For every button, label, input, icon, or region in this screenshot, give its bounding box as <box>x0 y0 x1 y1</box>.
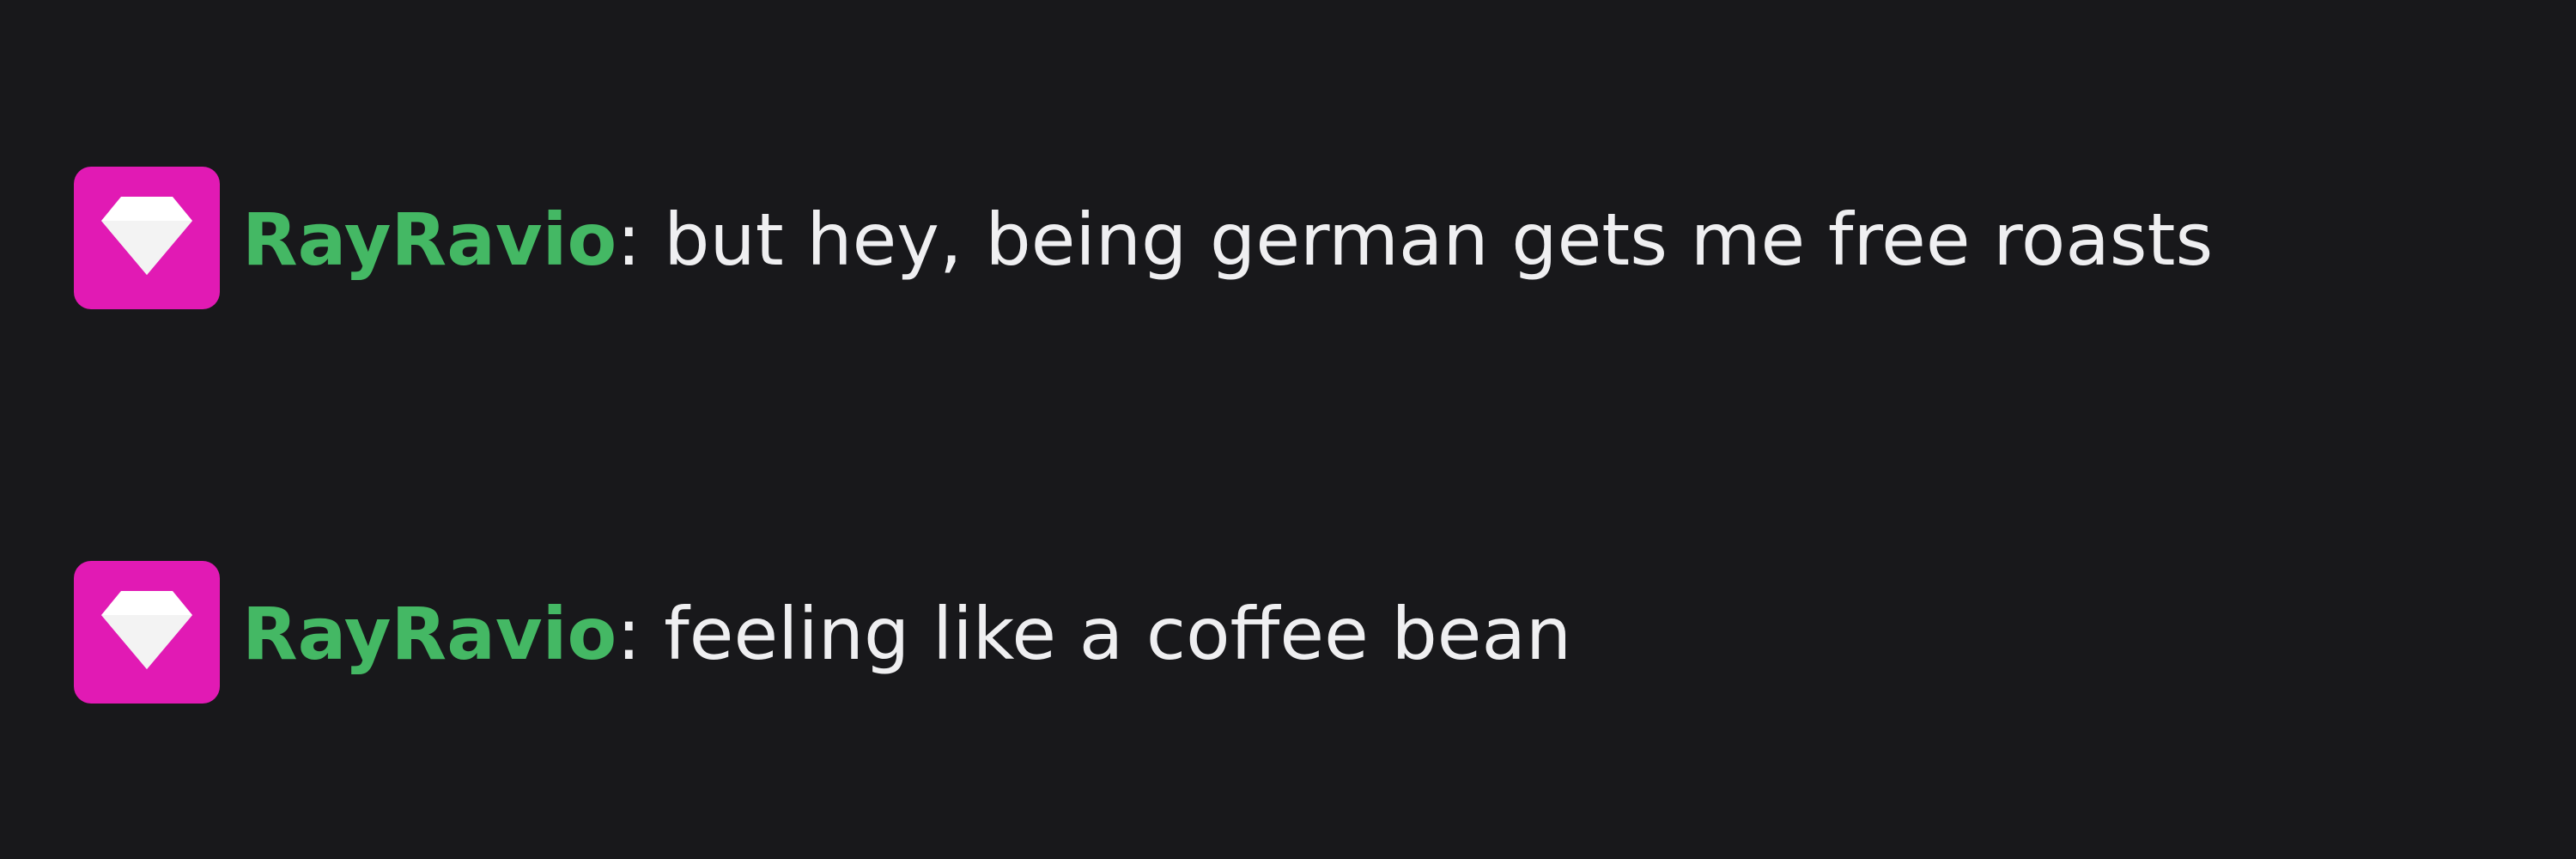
message-separator: : <box>617 592 641 676</box>
chat-username[interactable]: RayRavio <box>242 592 617 676</box>
diamond-icon <box>74 561 220 704</box>
subscriber-badge[interactable] <box>74 561 220 704</box>
diamond-icon <box>74 167 220 310</box>
message-text: feeling like a coffee bean <box>641 592 1572 676</box>
message-separator: : <box>617 198 641 282</box>
subscriber-badge[interactable] <box>74 167 220 310</box>
chat-panel: RayRavio: but hey, being german gets me … <box>0 0 2576 859</box>
chat-username[interactable]: RayRavio <box>242 198 617 282</box>
message-text: but hey, being german gets me free roast… <box>641 198 2214 282</box>
chat-message: RayRavio: but hey, being german gets me … <box>74 160 2409 320</box>
chat-message: RayRavio: feeling like a coffee bean <box>74 554 2478 714</box>
